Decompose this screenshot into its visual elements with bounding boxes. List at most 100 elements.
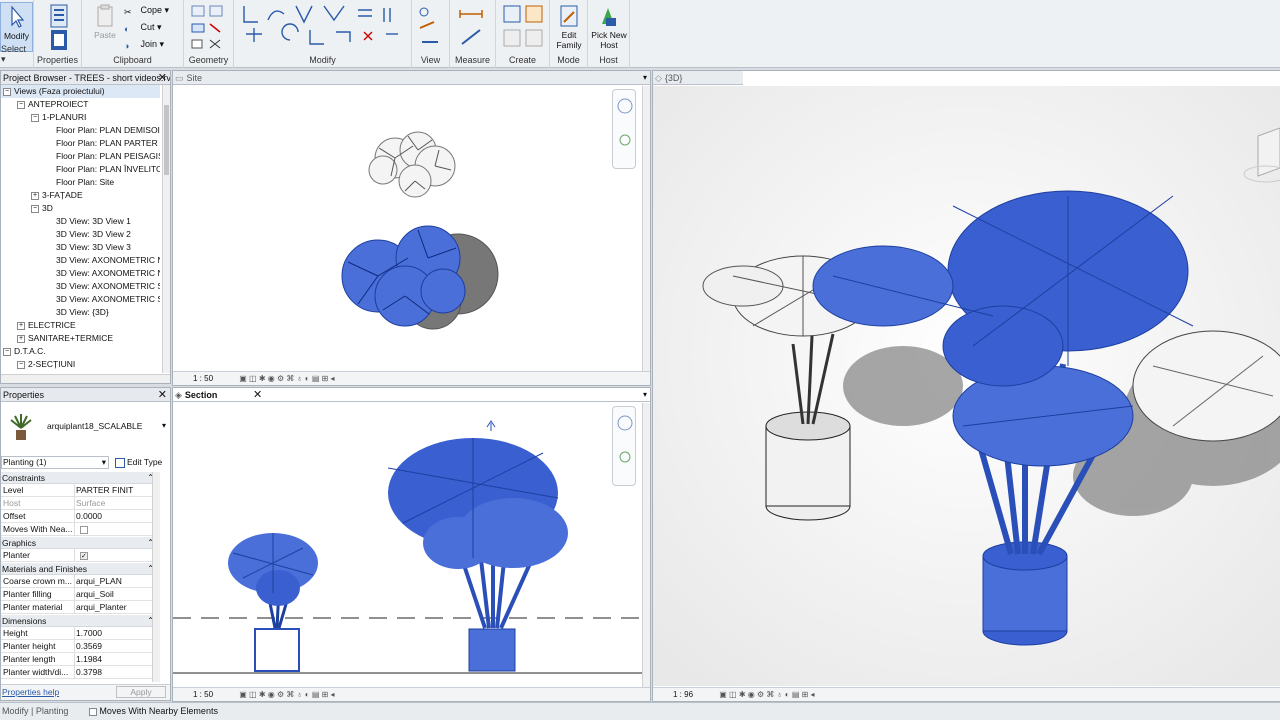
leaf-spacer bbox=[45, 218, 53, 226]
browser-tree-item[interactable]: −1-PLANURI bbox=[1, 111, 160, 124]
browser-tree-item[interactable]: 3D View: AXONOMETRIC S bbox=[1, 280, 160, 293]
browser-tree-item[interactable]: 3D View: 3D View 3 bbox=[1, 241, 160, 254]
properties-group: Properties bbox=[34, 0, 82, 68]
section-canvas[interactable] bbox=[173, 403, 643, 688]
browser-tree-item[interactable]: 3D View: AXONOMETRIC N bbox=[1, 254, 160, 267]
create-tools-icon[interactable] bbox=[502, 4, 546, 50]
mode-group: Edit Family Mode bbox=[550, 0, 588, 68]
measure-icon[interactable] bbox=[456, 4, 490, 50]
category-constraints[interactable]: Constraints ⌃ bbox=[1, 472, 159, 484]
apply-button[interactable]: Apply bbox=[116, 686, 166, 698]
browser-tree-item[interactable]: 3D View: {3D} bbox=[1, 306, 160, 319]
expand-icon[interactable]: + bbox=[31, 191, 39, 200]
browser-tree-item[interactable]: Floor Plan: PLAN PEISAGIST bbox=[1, 150, 160, 163]
browser-tree-item[interactable]: Floor Plan: PLAN PARTER bbox=[1, 137, 160, 150]
view-tools-icon[interactable] bbox=[416, 4, 446, 50]
prop-planter-filling[interactable]: Planter filling arqui_Soil bbox=[1, 588, 159, 601]
properties-scrollbar[interactable] bbox=[152, 472, 160, 682]
join-icon: ◑ bbox=[124, 40, 130, 51]
viewcube[interactable] bbox=[1240, 126, 1280, 196]
expand-icon[interactable]: + bbox=[17, 321, 25, 330]
properties-help-link[interactable]: Properties help bbox=[2, 687, 59, 697]
prop-planter-width[interactable]: Planter width/di... 0.3798 bbox=[1, 666, 159, 679]
collapse-icon[interactable]: − bbox=[3, 87, 11, 96]
edit-type-button[interactable]: Edit Type bbox=[115, 455, 162, 469]
close-icon[interactable]: ✕ bbox=[158, 388, 167, 402]
prop-planter[interactable]: Planter ✓ bbox=[1, 549, 159, 562]
cope-button[interactable]: ✂ Cope ▾ bbox=[124, 2, 169, 18]
browser-tree-item[interactable]: + ELECTRICE bbox=[1, 319, 160, 332]
cursor-arrow-icon bbox=[10, 5, 24, 28]
paste-button[interactable]: Paste bbox=[86, 2, 124, 52]
type-selector[interactable]: arquiplant18_SCALABLE ▾ bbox=[1, 404, 170, 450]
expand-icon[interactable]: + bbox=[17, 334, 25, 343]
category-graphics[interactable]: Graphics ⌃ bbox=[1, 537, 159, 549]
view-control-icons[interactable]: ▣ ◫ ✱ ◉ ⚙ ⌘ ♁ ◐ ▤ ⊞ ◂ bbox=[719, 690, 814, 699]
cut-button[interactable]: ◐ Cut ▾ bbox=[124, 19, 162, 35]
browser-tree-item[interactable]: 3D View: AXONOMETRIC N bbox=[1, 267, 160, 280]
collapse-icon[interactable]: − bbox=[3, 347, 11, 356]
select-label[interactable]: Select bbox=[1, 44, 26, 54]
browser-tree-item[interactable]: −2-SECȚIUNI bbox=[1, 358, 160, 371]
browser-tree-item[interactable]: Floor Plan: PLAN DEMISOI bbox=[1, 124, 160, 137]
collapse-icon[interactable]: − bbox=[31, 113, 39, 122]
prop-planter-height[interactable]: Planter height 0.3569 bbox=[1, 640, 159, 653]
navigation-bar[interactable] bbox=[612, 406, 636, 486]
prop-height[interactable]: Height 1.7000 bbox=[1, 627, 159, 640]
edit-family-button[interactable]: Edit Family bbox=[550, 2, 588, 52]
browser-tree-item[interactable]: + SANITARE+TERMICE bbox=[1, 332, 160, 345]
browser-vertical-scrollbar[interactable] bbox=[162, 85, 170, 373]
browser-tree-item[interactable]: 3D View: AXONOMETRIC S bbox=[1, 293, 160, 306]
browser-tree-item[interactable]: − ANTEPROIECT bbox=[1, 98, 160, 111]
view-control-icons[interactable]: ▣ ◫ ✱ ◉ ⚙ ⌘ ♁ ◐ ▤ ⊞ ◂ bbox=[239, 374, 334, 383]
category-materials[interactable]: Materials and Finishes ⌃ bbox=[1, 563, 159, 575]
moves-checkbox[interactable] bbox=[80, 525, 88, 534]
prop-planter-length[interactable]: Planter length 1.1984 bbox=[1, 653, 159, 666]
prop-crown-material[interactable]: Coarse crown m... arqui_PLAN bbox=[1, 575, 159, 588]
browser-tree-item[interactable]: 3D View: 3D View 2 bbox=[1, 228, 160, 241]
scroll-thumb[interactable] bbox=[164, 105, 169, 175]
browser-horizontal-scrollbar[interactable] bbox=[1, 374, 170, 383]
browser-tree-item[interactable]: Floor Plan: PLAN ÎNVELITO bbox=[1, 163, 160, 176]
modify-tools-group: Modify bbox=[234, 0, 412, 68]
chevron-down-icon[interactable]: ▾ bbox=[162, 421, 166, 430]
chevron-down-icon[interactable]: ▾ bbox=[643, 71, 647, 85]
browser-tree-item[interactable]: +3-FAȚADE bbox=[1, 189, 160, 202]
collapse-icon[interactable]: − bbox=[17, 100, 25, 109]
browser-tree-label: Floor Plan: PLAN ÎNVELITO bbox=[56, 164, 160, 174]
3d-canvas[interactable] bbox=[653, 86, 1280, 686]
prop-offset[interactable]: Offset 0.0000 bbox=[1, 510, 159, 523]
host-group: Pick New Host Host bbox=[588, 0, 630, 68]
browser-tree-item[interactable]: −3D bbox=[1, 202, 160, 215]
collapse-icon[interactable]: − bbox=[17, 360, 25, 369]
close-icon[interactable]: ✕ bbox=[158, 71, 167, 85]
category-dimensions[interactable]: Dimensions ⌃ bbox=[1, 615, 159, 627]
prop-planter-material[interactable]: Planter material arqui_Planter bbox=[1, 601, 159, 614]
browser-tree-item[interactable]: 3D View: 3D View 1 bbox=[1, 215, 160, 228]
join-button[interactable]: ◑ Join ▾ bbox=[124, 36, 164, 52]
browser-tree-item[interactable]: Floor Plan: Site bbox=[1, 176, 160, 189]
close-icon[interactable]: ✕ bbox=[253, 388, 262, 402]
prop-moves-with-nearby[interactable]: Moves With Nea... bbox=[1, 523, 159, 536]
prop-level[interactable]: Level PARTER FINIT bbox=[1, 484, 159, 497]
moves-with-nearby-toggle[interactable]: Moves With Nearby Elements bbox=[88, 706, 218, 716]
modify-tools-icon[interactable] bbox=[240, 2, 406, 54]
instance-filter-select[interactable]: Planting (1) ▾ bbox=[1, 456, 109, 469]
section-vertical-scrollbar[interactable] bbox=[642, 403, 650, 687]
planter-checkbox[interactable]: ✓ bbox=[80, 551, 88, 560]
site-vertical-scrollbar[interactable] bbox=[642, 86, 650, 371]
checkbox[interactable] bbox=[88, 707, 97, 716]
chevron-down-icon[interactable]: ▾ bbox=[643, 388, 647, 402]
pick-new-host-button[interactable]: Pick New Host bbox=[590, 2, 628, 52]
view-control-icons[interactable]: ▣ ◫ ✱ ◉ ⚙ ⌘ ♁ ◐ ▤ ⊞ ◂ bbox=[239, 690, 334, 699]
browser-tree-item[interactable]: − Views (Faza proiectului) bbox=[1, 85, 160, 98]
section-scale[interactable]: 1 : 50 bbox=[193, 690, 213, 699]
3d-scale[interactable]: 1 : 96 bbox=[673, 690, 693, 699]
collapse-icon[interactable]: − bbox=[31, 204, 39, 213]
browser-tree-item[interactable]: − D.T.A.C. bbox=[1, 345, 160, 358]
properties-button[interactable] bbox=[40, 2, 78, 52]
plant-thumbnail-icon bbox=[10, 414, 32, 440]
site-scale[interactable]: 1 : 50 bbox=[193, 374, 213, 383]
navigation-bar[interactable] bbox=[612, 89, 636, 169]
site-plan-canvas[interactable] bbox=[173, 86, 643, 371]
